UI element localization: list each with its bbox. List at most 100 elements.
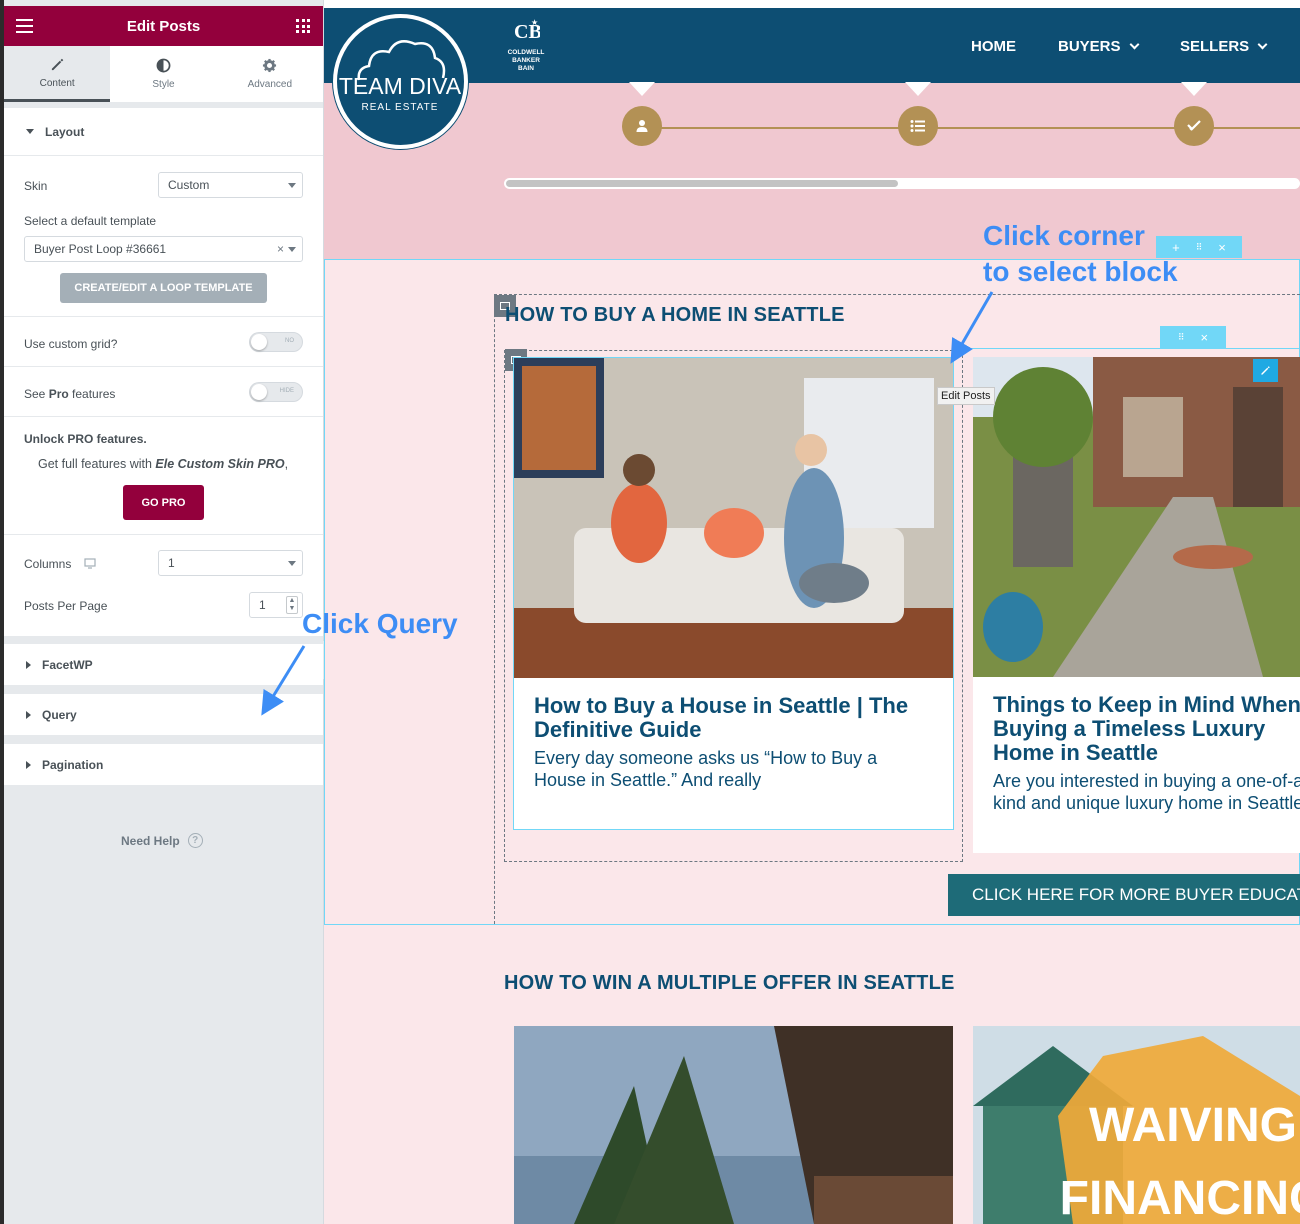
post-card[interactable]: How to Buy a House in Seattle | The Defi…	[513, 357, 954, 830]
logo-emblem-icon: TEAM DIVA REAL ESTATE	[339, 40, 462, 113]
see-pro-toggle-label: HIDE	[279, 388, 294, 394]
posts-per-page-label: Posts Per Page	[24, 599, 108, 613]
posts-per-page-input[interactable]: 1 ▲ ▼	[249, 592, 303, 618]
team-diva-logo[interactable]: TEAM DIVA REAL ESTATE	[333, 14, 468, 149]
waterfront-deck-image[interactable]	[514, 1026, 953, 1224]
widget-handle[interactable]: ⠿ ×	[1160, 326, 1226, 348]
post-excerpt: Every day someone asks us “How to Buy a …	[534, 748, 878, 790]
waiving-financing-image[interactable]: WAIVING FINANCING	[973, 1026, 1300, 1224]
close-icon[interactable]: ×	[1201, 330, 1209, 345]
skin-label: Skin	[24, 179, 48, 193]
custom-grid-toggle-label: NO	[285, 338, 294, 344]
svg-text:REAL ESTATE: REAL ESTATE	[362, 102, 439, 113]
list-icon	[910, 120, 925, 132]
edit-posts-button[interactable]	[1253, 359, 1278, 382]
caret-down-icon	[26, 129, 34, 134]
svg-text:TEAM DIVA: TEAM DIVA	[339, 73, 462, 99]
close-icon[interactable]: ×	[1218, 240, 1226, 255]
panel-body: Layout Skin Custom Select a default temp…	[4, 102, 323, 848]
annotation-click-corner: Click corner to select block	[983, 220, 1178, 287]
section-facetwp-label: FacetWP	[42, 657, 93, 672]
tab-content[interactable]: Content	[4, 46, 111, 102]
chevron-down-icon	[1129, 39, 1139, 50]
scrollbar-thumb[interactable]	[506, 180, 898, 187]
columns-select[interactable]: 1	[158, 550, 303, 576]
site-header: CB ★ COLDWELL BANKER BAIN HOME BUYERS SEL…	[324, 8, 1300, 83]
double-check-icon	[1187, 120, 1201, 131]
annotation-click-query: Click Query	[302, 608, 458, 639]
pencil-icon	[1261, 366, 1270, 375]
skin-select[interactable]: Custom	[158, 172, 303, 198]
gear-icon	[263, 58, 277, 73]
unlock-pro-title: Unlock PRO features.	[24, 432, 147, 446]
clear-x-icon[interactable]: ×	[277, 242, 284, 256]
unlock-pro-box: Unlock PRO features. Get full features w…	[4, 416, 323, 534]
user-icon	[636, 120, 648, 132]
editor-panel: Edit Posts Content Style Advanced Layout…	[0, 0, 339, 1224]
chevron-down-icon	[1257, 39, 1268, 50]
create-loop-template-button[interactable]: CREATE/EDIT A LOOP TEMPLATE	[60, 273, 267, 303]
tab-advanced[interactable]: Advanced	[217, 46, 323, 102]
chevron-down-icon	[288, 247, 296, 252]
template-select-value: Buyer Post Loop #36661	[34, 242, 167, 256]
nav-buyers[interactable]: BUYERS	[1058, 38, 1139, 55]
family-on-sofa-image[interactable]	[514, 358, 953, 678]
section-query-header[interactable]: Query	[4, 694, 323, 736]
go-pro-button[interactable]: GO PRO	[123, 485, 204, 520]
need-help-label: Need Help	[121, 833, 180, 848]
nav-sellers[interactable]: SELLERS	[1180, 38, 1268, 55]
garden-walkway-image[interactable]	[973, 357, 1300, 677]
more-buyer-education-button[interactable]: CLICK HERE FOR MORE BUYER EDUCATION	[948, 874, 1300, 916]
caret-right-icon	[26, 710, 31, 719]
chevron-down-icon	[288, 561, 296, 566]
hamburger-menu-icon[interactable]	[16, 19, 33, 33]
toggle-knob	[251, 334, 267, 350]
custom-grid-toggle[interactable]: NO	[249, 332, 303, 352]
columns-select-value: 1	[168, 556, 175, 570]
tab-advanced-label: Advanced	[247, 79, 293, 90]
site-preview: CB ★ COLDWELL BANKER BAIN HOME BUYERS SEL…	[324, 0, 1300, 1224]
desktop-icon[interactable]	[84, 558, 96, 569]
see-pro-label: See Pro features	[24, 387, 116, 401]
see-pro-toggle[interactable]: HIDE	[249, 382, 303, 402]
custom-grid-label: Use custom grid?	[24, 337, 118, 351]
custom-grid-row: Use custom grid? NO	[4, 316, 323, 366]
section-layout-label: Layout	[45, 124, 85, 139]
caret-right-icon	[26, 760, 31, 769]
post-card[interactable]: Things to Keep in Mind When Buying a Tim…	[973, 357, 1300, 853]
section-facetwp-header[interactable]: FacetWP	[4, 644, 323, 686]
post-excerpt: Are you interested in buying a one-of-a-…	[993, 771, 1300, 813]
pencil-icon	[51, 58, 63, 70]
see-pro-row: See Pro features HIDE	[4, 366, 323, 416]
panel-title: Edit Posts	[126, 17, 201, 35]
widgets-grid-icon[interactable]	[296, 19, 310, 33]
nav-home[interactable]: HOME	[971, 38, 1016, 55]
drag-handle-icon[interactable]: ⠿	[1196, 242, 1203, 253]
post-title[interactable]: Things to Keep in Mind When Buying a Tim…	[993, 693, 1300, 765]
section-query-label: Query	[42, 707, 77, 722]
section-layout-header[interactable]: Layout	[4, 108, 323, 156]
template-label: Select a default template	[24, 214, 157, 228]
need-help-link[interactable]: Need Help ?	[121, 833, 203, 848]
stepper-arrows-icon[interactable]: ▲ ▼	[286, 596, 298, 614]
panel-tabs: Content Style Advanced	[4, 46, 323, 102]
section-pagination-header[interactable]: Pagination	[4, 744, 323, 786]
coldwell-banker-logo[interactable]: CB ★ COLDWELL BANKER BAIN	[502, 16, 550, 76]
chevron-down-icon	[288, 183, 296, 188]
svg-text:★: ★	[531, 18, 538, 27]
skin-select-value: Custom	[168, 178, 210, 192]
panel-header: Edit Posts	[4, 6, 323, 46]
tab-content-label: Content	[39, 77, 75, 89]
horizontal-scrollbar[interactable]	[504, 178, 1300, 189]
post-title[interactable]: How to Buy a House in Seattle | The Defi…	[534, 694, 934, 742]
template-select[interactable]: Buyer Post Loop #36661 ×	[24, 236, 303, 262]
columns-label: Columns	[24, 557, 72, 571]
step-list[interactable]	[898, 106, 938, 146]
step-person[interactable]	[622, 106, 662, 146]
toggle-knob	[251, 384, 267, 400]
step-check[interactable]	[1174, 106, 1214, 146]
drag-handle-icon[interactable]: ⠿	[1178, 332, 1185, 343]
caret-right-icon	[26, 660, 31, 669]
tab-style[interactable]: Style	[110, 46, 216, 102]
cb-emblem-icon: CB★	[514, 18, 542, 43]
